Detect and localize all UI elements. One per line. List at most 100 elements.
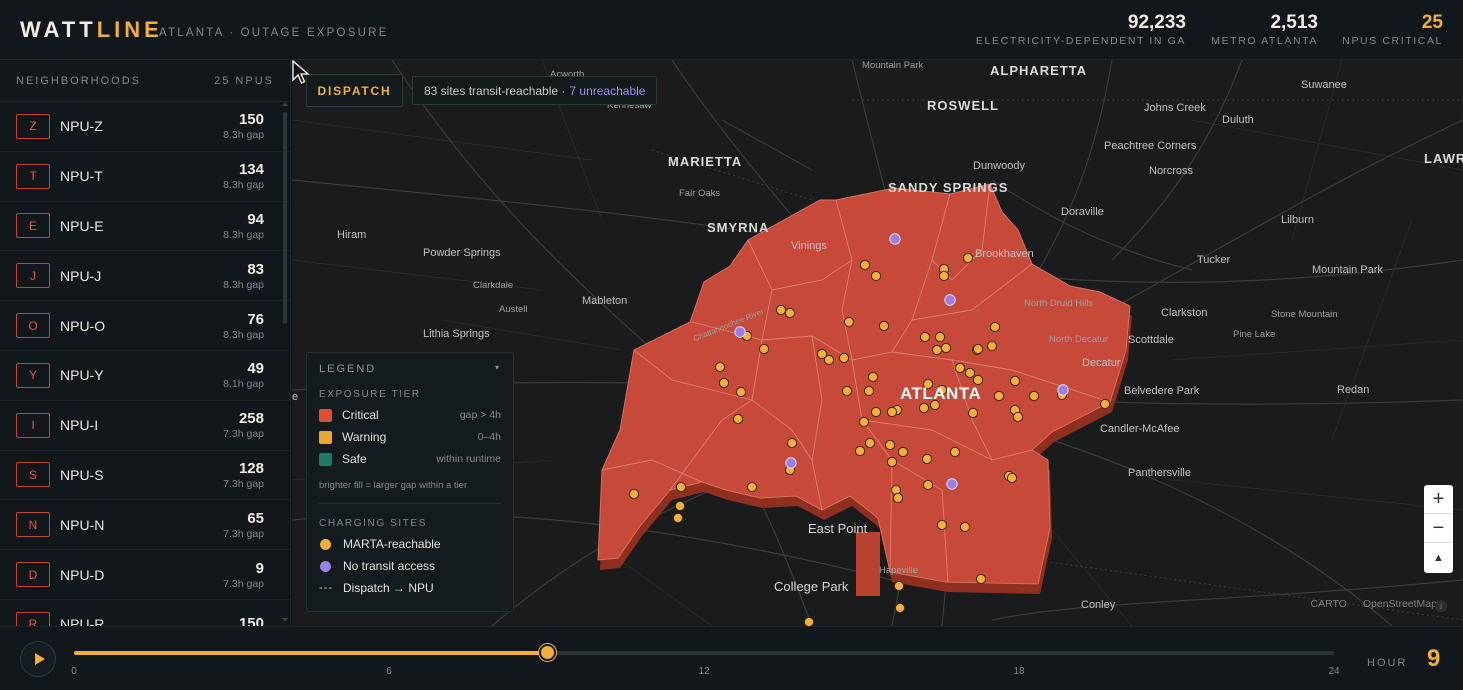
scroll-down-arrow[interactable] bbox=[282, 618, 288, 622]
charging-site-reachable-icon[interactable] bbox=[884, 439, 896, 451]
charging-site-reachable-icon[interactable] bbox=[746, 481, 758, 493]
stat-metro: 2,513 METRO ATLANTA bbox=[1211, 12, 1318, 47]
charging-site-reachable-icon[interactable] bbox=[1012, 411, 1024, 423]
charging-site-reachable-icon[interactable] bbox=[975, 573, 987, 585]
compass-reset-button[interactable]: ▲ bbox=[1424, 543, 1453, 572]
charging-site-reachable-icon[interactable] bbox=[675, 481, 687, 493]
unreachable-dot-icon bbox=[320, 560, 331, 572]
neighborhood-row-j[interactable]: J NPU-J 83 8.3h gap bbox=[0, 251, 290, 302]
stat-ga-label: ELECTRICITY-DEPENDENT IN GA bbox=[975, 35, 1186, 47]
charging-site-reachable-icon[interactable] bbox=[870, 270, 882, 282]
hour-slider-handle[interactable] bbox=[538, 644, 556, 661]
charging-site-reachable-icon[interactable] bbox=[931, 344, 943, 356]
map-view[interactable]: Acworth Mountain Park ALPHARETTA Suwanee… bbox=[292, 60, 1463, 626]
charging-site-reachable-icon[interactable] bbox=[864, 437, 876, 449]
charging-site-unreachable-icon[interactable] bbox=[734, 326, 746, 338]
charging-site-reachable-icon[interactable] bbox=[893, 580, 905, 592]
charging-site-reachable-icon[interactable] bbox=[841, 385, 853, 397]
dispatch-button[interactable]: DISPATCH bbox=[306, 74, 403, 107]
charging-site-reachable-icon[interactable] bbox=[954, 362, 966, 374]
brand-logo: WATTLINE bbox=[20, 17, 163, 43]
charging-site-reachable-icon[interactable] bbox=[859, 259, 871, 271]
charging-site-reachable-icon[interactable] bbox=[886, 456, 898, 468]
charging-site-reachable-icon[interactable] bbox=[628, 488, 640, 500]
charging-site-unreachable-icon[interactable] bbox=[1057, 384, 1069, 396]
charging-site-reachable-icon[interactable] bbox=[838, 352, 850, 364]
charging-site-reachable-icon[interactable] bbox=[823, 354, 835, 366]
charging-site-reachable-icon[interactable] bbox=[843, 316, 855, 328]
charging-site-reachable-icon[interactable] bbox=[786, 437, 798, 449]
charging-site-reachable-icon[interactable] bbox=[878, 320, 890, 332]
charging-site-reachable-icon[interactable] bbox=[718, 377, 730, 389]
charging-site-reachable-icon[interactable] bbox=[894, 602, 906, 614]
scroll-up-arrow[interactable] bbox=[282, 102, 288, 106]
charging-site-reachable-icon[interactable] bbox=[870, 406, 882, 418]
zoom-in-button[interactable]: + bbox=[1424, 485, 1453, 514]
neighborhood-row-s[interactable]: S NPU-S 128 7.3h gap bbox=[0, 451, 290, 501]
charging-site-reachable-icon[interactable] bbox=[854, 445, 866, 457]
charging-site-reachable-icon[interactable] bbox=[962, 252, 974, 264]
charging-site-reachable-icon[interactable] bbox=[993, 390, 1005, 402]
charging-site-reachable-icon[interactable] bbox=[918, 402, 930, 414]
neighborhood-row-e[interactable]: E NPU-E 94 8.3h gap bbox=[0, 202, 290, 252]
attribution-osm[interactable]: OpenStreetMap bbox=[1363, 598, 1437, 610]
charging-site-reachable-icon[interactable] bbox=[919, 331, 931, 343]
charging-site-reachable-icon[interactable] bbox=[936, 519, 948, 531]
charging-site-reachable-icon[interactable] bbox=[892, 492, 904, 504]
neighborhood-row-t[interactable]: T NPU-T 134 8.3h gap bbox=[0, 152, 290, 202]
legend-header[interactable]: LEGEND ▾ bbox=[319, 363, 501, 375]
charging-site-reachable-icon[interactable] bbox=[972, 343, 984, 355]
charging-site-unreachable-icon[interactable] bbox=[785, 457, 797, 469]
neighborhood-row-n[interactable]: N NPU-N 65 7.3h gap bbox=[0, 500, 290, 551]
charging-site-reachable-icon[interactable] bbox=[803, 616, 815, 626]
charging-site-unreachable-icon[interactable] bbox=[944, 294, 956, 306]
charging-site-reachable-icon[interactable] bbox=[863, 385, 875, 397]
neighborhood-row-r[interactable]: R NPU-R 150 bbox=[0, 600, 290, 626]
legend-collapse-icon[interactable]: ▾ bbox=[495, 363, 501, 375]
charging-site-reachable-icon[interactable] bbox=[959, 521, 971, 533]
charging-site-reachable-icon[interactable] bbox=[867, 371, 879, 383]
charging-site-reachable-icon[interactable] bbox=[775, 304, 787, 316]
charging-site-reachable-icon[interactable] bbox=[674, 500, 686, 512]
neighborhood-row-o[interactable]: O NPU-O 76 8.3h gap bbox=[0, 301, 290, 351]
charging-site-reachable-icon[interactable] bbox=[897, 446, 909, 458]
zoom-out-button[interactable]: − bbox=[1424, 514, 1453, 543]
charging-site-unreachable-icon[interactable] bbox=[946, 478, 958, 490]
charging-site-reachable-icon[interactable] bbox=[938, 270, 950, 282]
charging-site-reachable-icon[interactable] bbox=[1006, 472, 1018, 484]
charging-site-reachable-icon[interactable] bbox=[672, 512, 684, 524]
charging-site-reachable-icon[interactable] bbox=[784, 307, 796, 319]
neighborhood-row-d[interactable]: D NPU-D 9 7.3h gap bbox=[0, 550, 290, 600]
charging-site-reachable-icon[interactable] bbox=[989, 321, 1001, 333]
play-button[interactable] bbox=[20, 641, 56, 677]
charging-site-reachable-icon[interactable] bbox=[934, 331, 946, 343]
charging-site-reachable-icon[interactable] bbox=[949, 446, 961, 458]
charging-site-reachable-icon[interactable] bbox=[886, 406, 898, 418]
charging-site-reachable-icon[interactable] bbox=[858, 416, 870, 428]
charging-site-reachable-icon[interactable] bbox=[758, 343, 770, 355]
info-icon[interactable]: i bbox=[1435, 600, 1447, 612]
charging-site-reachable-icon[interactable] bbox=[732, 413, 744, 425]
place-north-decatur: North Decatur bbox=[1049, 334, 1109, 345]
charging-site-reachable-icon[interactable] bbox=[967, 407, 979, 419]
charging-site-reachable-icon[interactable] bbox=[921, 453, 933, 465]
charging-site-reachable-icon[interactable] bbox=[1028, 390, 1040, 402]
scroll-thumb[interactable] bbox=[283, 112, 287, 324]
neighborhood-row-z[interactable]: Z NPU-Z 150 8.3h gap bbox=[0, 102, 290, 152]
charging-site-unreachable-icon[interactable] bbox=[889, 233, 901, 245]
attribution-carto[interactable]: CARTO bbox=[1310, 598, 1346, 610]
charging-site-reachable-icon[interactable] bbox=[1099, 398, 1111, 410]
neighborhood-row-y[interactable]: Y NPU-Y 49 8.1h gap bbox=[0, 351, 290, 401]
charging-site-reachable-icon[interactable] bbox=[964, 367, 976, 379]
charging-site-reachable-icon[interactable] bbox=[922, 479, 934, 491]
charging-site-reachable-icon[interactable] bbox=[714, 361, 726, 373]
sidebar-scrollbar[interactable] bbox=[282, 102, 288, 626]
charging-site-reachable-icon[interactable] bbox=[735, 386, 747, 398]
charging-site-reachable-icon[interactable] bbox=[1009, 375, 1021, 387]
charging-site-reachable-icon[interactable] bbox=[940, 342, 952, 354]
charging-site-reachable-icon[interactable] bbox=[986, 340, 998, 352]
neighborhood-row-i[interactable]: I NPU-I 258 7.3h gap bbox=[0, 401, 290, 451]
place-mountain-park-e: Mountain Park bbox=[1312, 264, 1383, 276]
unreachable-count-link[interactable]: 7 unreachable bbox=[569, 84, 645, 98]
hour-slider-track[interactable] bbox=[74, 644, 1334, 661]
